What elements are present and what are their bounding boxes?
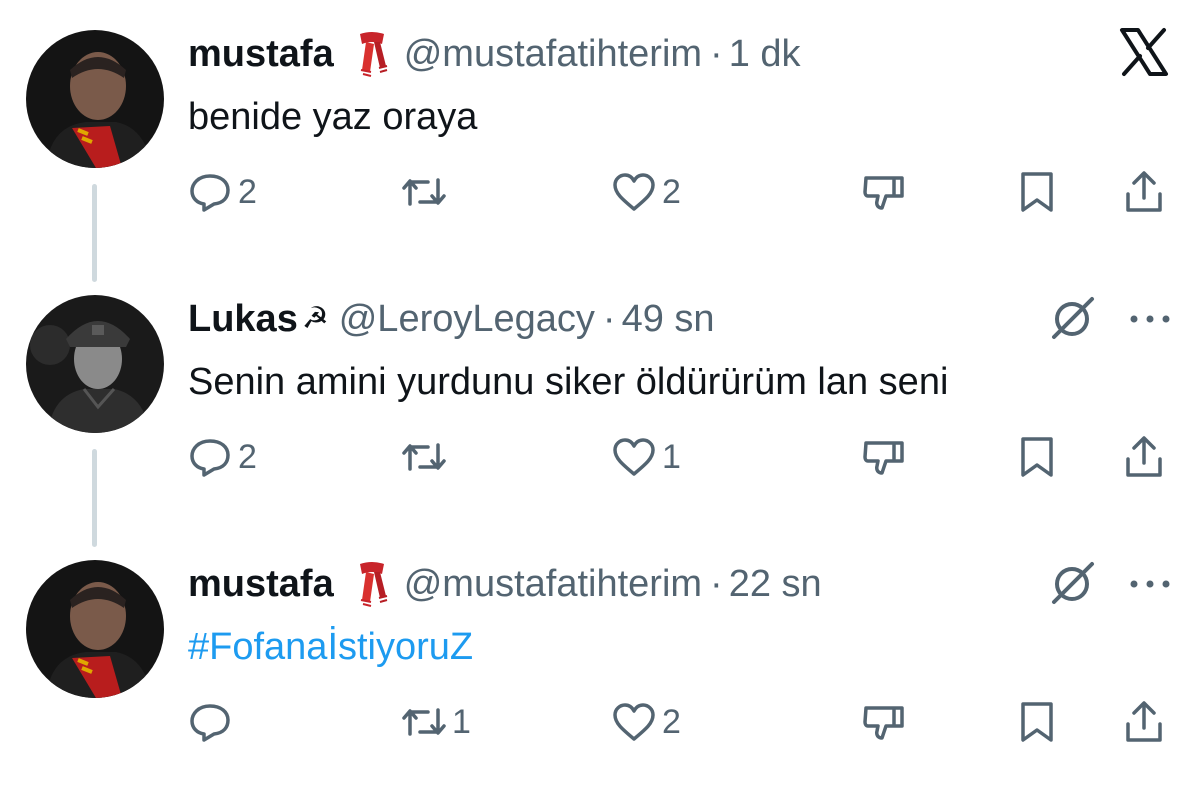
reply-icon xyxy=(190,439,230,477)
like-button[interactable]: 1 xyxy=(610,427,681,487)
reply-icon xyxy=(190,174,230,212)
share-button[interactable] xyxy=(1120,162,1168,222)
retweet-button[interactable] xyxy=(400,427,452,487)
avatar[interactable] xyxy=(26,560,164,698)
like-button[interactable]: 2 xyxy=(610,692,681,752)
tweet-2[interactable]: Lukas ☭ @LeroyLegacy · 49 sn Senin amini… xyxy=(0,265,1200,547)
like-button[interactable]: 2 xyxy=(610,162,681,222)
timestamp[interactable]: 1 dk xyxy=(729,30,801,78)
bookmark-button[interactable] xyxy=(1013,162,1061,222)
reply-button[interactable]: 2 xyxy=(186,162,257,222)
reply-count: 2 xyxy=(238,172,257,211)
avatar[interactable] xyxy=(26,295,164,433)
share-icon xyxy=(1126,436,1162,477)
display-name[interactable]: Lukas xyxy=(188,295,298,343)
thumbs-down-icon xyxy=(863,706,904,740)
dislike-button[interactable] xyxy=(860,162,908,222)
share-icon xyxy=(1126,171,1162,212)
tweet-header: Lukas ☭ @LeroyLegacy · 49 sn xyxy=(188,295,715,343)
like-count: 2 xyxy=(662,172,681,211)
separator-dot: · xyxy=(710,33,723,75)
share-icon xyxy=(1126,701,1162,742)
display-name[interactable]: mustafa xyxy=(188,30,334,78)
retweet-button[interactable] xyxy=(400,162,452,222)
share-button[interactable] xyxy=(1120,692,1168,752)
scarf-emoji xyxy=(352,30,392,78)
bookmark-button[interactable] xyxy=(1013,692,1061,752)
grok-icon[interactable] xyxy=(1048,293,1098,343)
tweet-header: mustafa @mustafatihterim · 22 sn xyxy=(188,560,822,608)
timestamp[interactable]: 22 sn xyxy=(729,560,822,608)
bookmark-icon xyxy=(1021,702,1053,742)
retweet-icon xyxy=(402,178,446,206)
tweet-1[interactable]: mustafa @mustafatihterim · 1 dk benide y… xyxy=(0,0,1200,282)
share-button[interactable] xyxy=(1120,427,1168,487)
retweet-count: 1 xyxy=(452,702,471,741)
reply-button[interactable]: 2 xyxy=(186,427,257,487)
heart-icon xyxy=(613,703,655,741)
action-bar: 2 2 xyxy=(0,162,1200,222)
bookmark-icon xyxy=(1021,172,1053,212)
separator-dot: · xyxy=(602,298,616,340)
display-name[interactable]: mustafa xyxy=(188,560,334,608)
thumbs-down-icon xyxy=(863,441,904,475)
timestamp[interactable]: 49 sn xyxy=(622,295,715,343)
user-handle[interactable]: @mustafatihterim xyxy=(404,560,702,608)
reply-icon xyxy=(190,704,230,742)
like-count: 1 xyxy=(662,437,681,476)
action-bar: 2 1 xyxy=(0,427,1200,487)
hashtag-link[interactable]: #FofanaİstiyoruZ xyxy=(188,626,473,668)
grok-icon[interactable] xyxy=(1048,558,1098,608)
separator-dot: · xyxy=(710,563,723,605)
thumbs-down-icon xyxy=(863,176,904,210)
bookmark-icon xyxy=(1021,437,1053,477)
avatar[interactable] xyxy=(26,30,164,168)
bookmark-button[interactable] xyxy=(1013,427,1061,487)
dislike-button[interactable] xyxy=(860,692,908,752)
retweet-button[interactable]: 1 xyxy=(400,692,471,752)
tweet-header: mustafa @mustafatihterim · 1 dk xyxy=(188,30,801,78)
retweet-icon xyxy=(402,443,446,471)
retweet-icon xyxy=(402,708,446,736)
reply-count: 2 xyxy=(238,437,257,476)
tweet-text: Senin amini yurdunu siker öldürürüm lan … xyxy=(188,361,949,403)
tweet-3[interactable]: mustafa @mustafatihterim · 22 sn #Fofana xyxy=(0,530,1200,789)
like-count: 2 xyxy=(662,702,681,741)
user-handle[interactable]: @mustafatihterim xyxy=(404,30,702,78)
user-handle[interactable]: @LeroyLegacy xyxy=(339,295,595,343)
dislike-button[interactable] xyxy=(860,427,908,487)
reply-button[interactable] xyxy=(186,692,238,752)
action-bar: 1 2 xyxy=(0,692,1200,752)
hammer-sickle-emoji: ☭ xyxy=(301,302,329,335)
heart-icon xyxy=(613,173,655,211)
more-options-icon[interactable] xyxy=(1128,295,1172,343)
tweet-text: benide yaz oraya xyxy=(188,96,478,138)
tweet-text: #FofanaİstiyoruZ xyxy=(188,622,473,672)
x-logo-icon xyxy=(1118,26,1170,78)
heart-icon xyxy=(613,438,655,476)
more-options-icon[interactable] xyxy=(1128,560,1172,608)
scarf-emoji xyxy=(352,560,392,608)
